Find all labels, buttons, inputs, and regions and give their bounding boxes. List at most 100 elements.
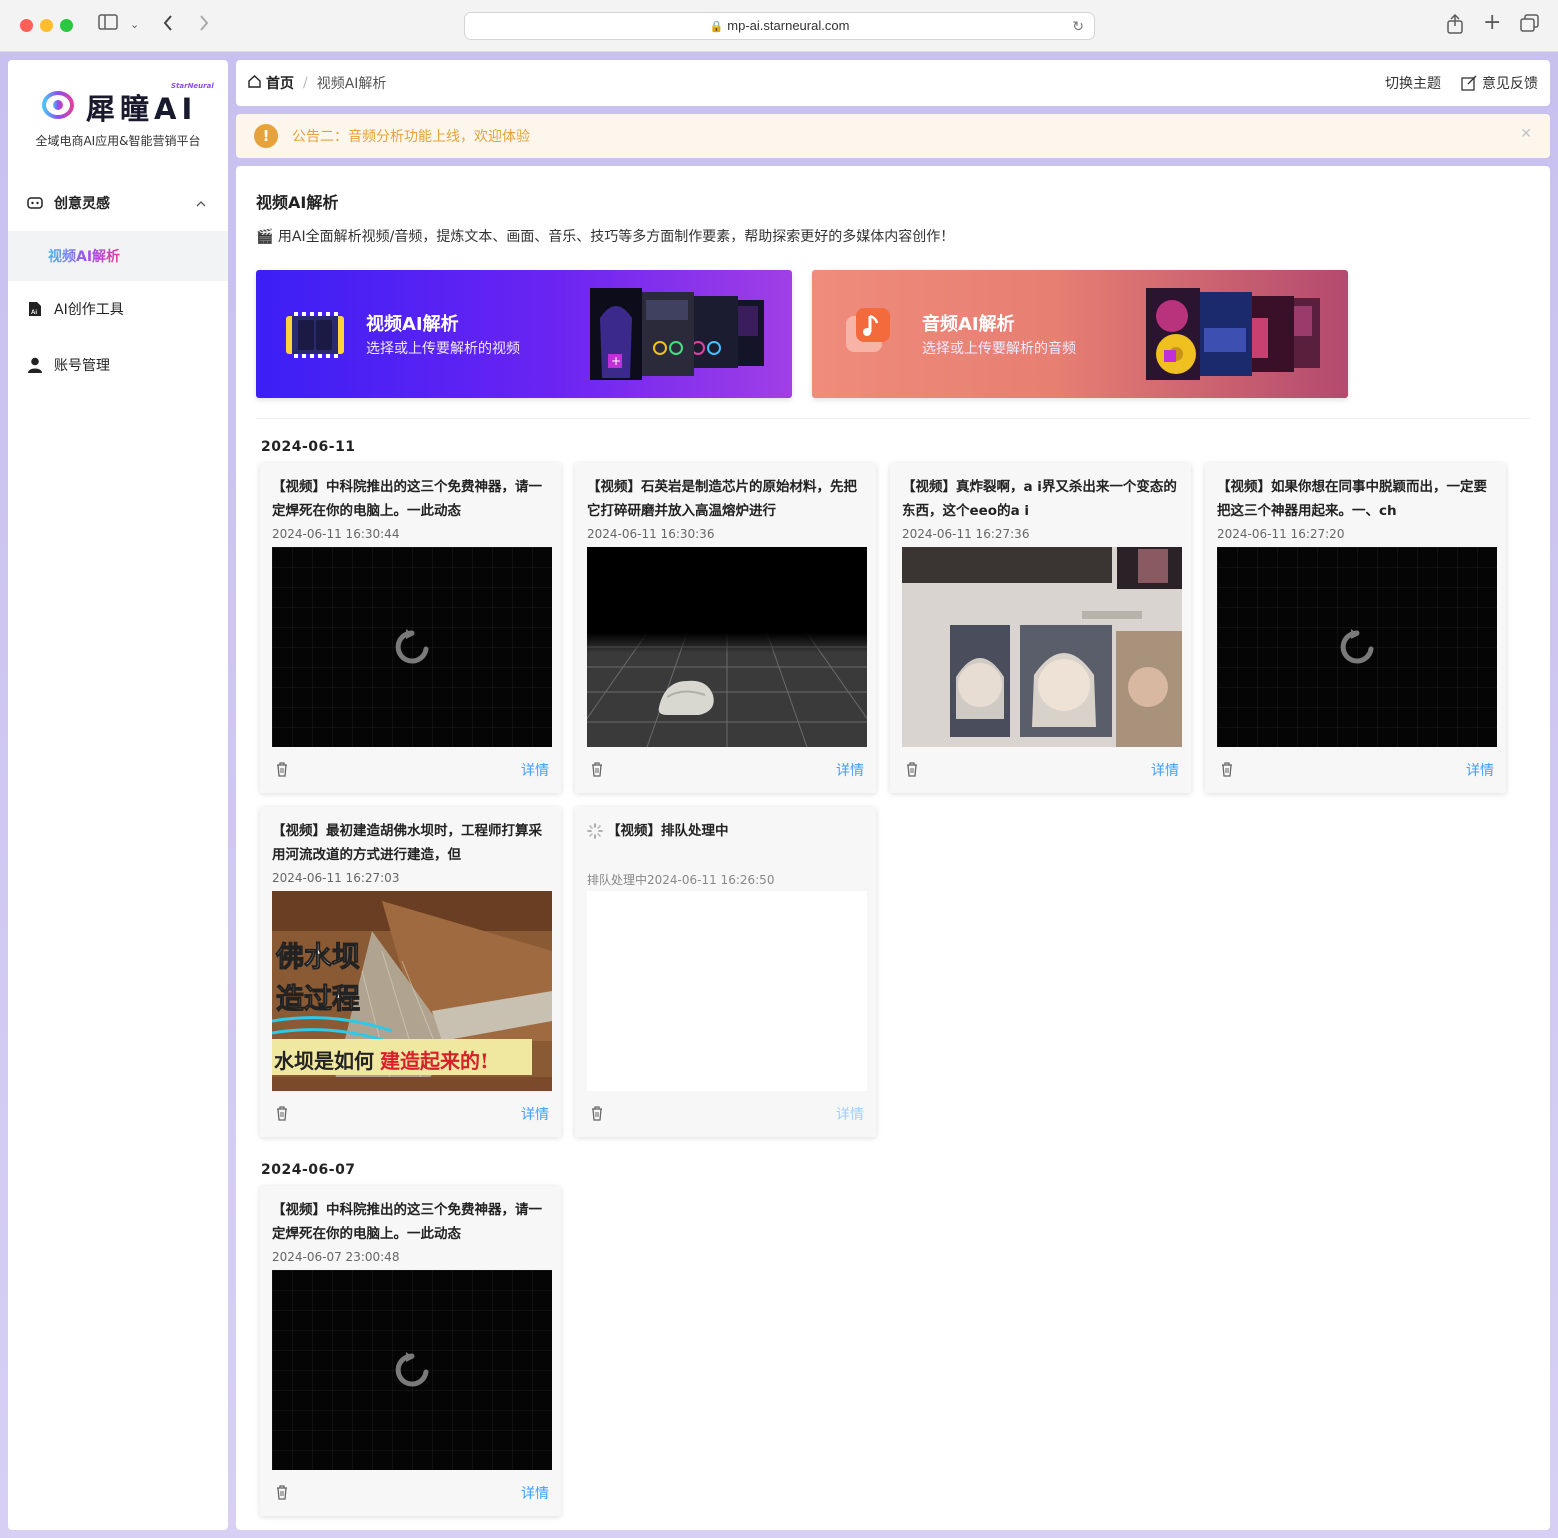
robot-icon xyxy=(26,194,44,212)
card-thumbnail[interactable] xyxy=(902,547,1182,747)
header-actions: 切换主题 意见反馈 xyxy=(1365,60,1538,106)
maximize-window-button[interactable] xyxy=(60,19,73,32)
close-icon[interactable]: ✕ xyxy=(1520,126,1532,142)
sidebar-item-account[interactable]: 账号管理 xyxy=(8,340,228,390)
audio-analysis-banner[interactable]: 音频AI解析 选择或上传要解析的音频 xyxy=(812,270,1348,398)
card-title: 【视频】中科院推出的这三个免费神器，请一定焊死在你的电脑上。一此动态 xyxy=(272,1202,542,1242)
sidebar-item-label: 创意灵感 xyxy=(54,196,110,212)
main-panel: 视频AI解析 🎬 用AI全面解析视频/音频，提炼文本、画面、音乐、技巧等多方面制… xyxy=(236,166,1550,1530)
audio-banner-title: 音频AI解析 xyxy=(922,314,1015,335)
chevron-down-icon[interactable]: ⌄ xyxy=(130,14,139,36)
card-thumbnail[interactable] xyxy=(272,547,552,747)
back-icon[interactable] xyxy=(162,14,174,38)
delete-icon[interactable] xyxy=(590,1105,604,1121)
thumb-caption-2: 造过程 xyxy=(275,982,361,1016)
page-description: 🎬 用AI全面解析视频/音频，提炼文本、画面、音乐、技巧等多方面制作要素，帮助探… xyxy=(256,226,954,246)
home-icon[interactable] xyxy=(248,74,261,92)
sidebar-item-inspiration[interactable]: 创意灵感 xyxy=(8,178,228,228)
thumb-caption-1: 佛水坝 xyxy=(275,940,361,974)
detail-link[interactable]: 详情 xyxy=(836,760,864,780)
brand-logo[interactable]: 犀瞳AI StarNeural xyxy=(30,82,220,132)
user-icon xyxy=(26,356,44,374)
breadcrumb-separator: / xyxy=(303,75,308,91)
detail-link[interactable]: 详情 xyxy=(1466,760,1494,780)
video-card[interactable]: 【视频】最初建造胡佛水坝时，工程师打算采用河流改道的方式进行建造，但 2024-… xyxy=(260,807,561,1137)
description-text: 用AI全面解析视频/音频，提炼文本、画面、音乐、技巧等多方面制作要素，帮助探索更… xyxy=(277,229,955,245)
screens-thumbnail-image xyxy=(902,547,1182,747)
card-title-text: 【视频】排队处理中 xyxy=(607,823,729,839)
sidebar-item-label: AI创作工具 xyxy=(54,302,124,318)
tabs-overview-icon[interactable] xyxy=(1520,14,1540,38)
minimize-window-button[interactable] xyxy=(40,19,53,32)
detail-link-disabled: 详情 xyxy=(836,1107,864,1123)
video-card[interactable]: 【视频】石英岩是制造芯片的原始材料，先把它打碎研磨并放入高温熔炉进行 2024-… xyxy=(575,463,876,793)
sidebar-item-video-ai[interactable]: 视频AI解析 xyxy=(8,231,228,281)
switch-theme-button[interactable]: 切换主题 xyxy=(1385,73,1441,93)
card-timestamp: 2024-06-11 16:27:36 xyxy=(902,527,1030,541)
card-thumbnail-placeholder xyxy=(587,891,867,1091)
brand-tagline: 全域电商AI应用&智能营销平台 xyxy=(35,134,201,148)
delete-icon[interactable] xyxy=(275,1105,289,1121)
delete-icon[interactable] xyxy=(275,761,289,777)
delete-icon[interactable] xyxy=(275,1484,289,1500)
video-banner-title: 视频AI解析 xyxy=(366,314,459,335)
feedback-button[interactable]: 意见反馈 xyxy=(1461,73,1538,93)
sidebar: 犀瞳AI StarNeural 全域电商AI应用&智能营销平台 创意灵感 视频A… xyxy=(8,60,228,1530)
brand-super: StarNeural xyxy=(171,82,214,90)
sidebar-item-label: 账号管理 xyxy=(54,358,110,374)
clapper-icon: 🎬 xyxy=(256,229,274,245)
detail-link[interactable]: 详情 xyxy=(1151,760,1179,780)
loading-icon xyxy=(395,629,429,664)
card-title: 【视频】排队处理中 xyxy=(587,819,865,867)
rock-thumbnail-image xyxy=(587,547,867,747)
video-card[interactable]: 【视频】中科院推出的这三个免费神器，请一定焊死在你的电脑上。一此动态 2024-… xyxy=(260,463,561,793)
forward-icon[interactable] xyxy=(198,14,210,38)
reload-icon[interactable]: ↻ xyxy=(1072,13,1084,39)
announcement-text: 公告二：音频分析功能上线，欢迎体验 xyxy=(292,129,530,145)
top-bar: 首页 / 视频AI解析 切换主题 意见反馈 xyxy=(236,60,1550,106)
video-banner-subtitle: 选择或上传要解析的视频 xyxy=(366,341,520,357)
card-thumbnail[interactable] xyxy=(1217,547,1497,747)
ai-file-icon: Ai xyxy=(26,300,44,318)
delete-icon[interactable] xyxy=(905,761,919,777)
address-bar[interactable]: 🔒 mp-ai.starneural.com ↻ xyxy=(464,12,1095,40)
browser-toolbar: ⌄ 🔒 mp-ai.starneural.com ↻ + xyxy=(0,0,1558,52)
card-timestamp: 2024-06-11 16:27:03 xyxy=(272,871,400,885)
video-card[interactable]: 【视频】中科院推出的这三个免费神器，请一定焊死在你的电脑上。一此动态 2024-… xyxy=(260,1186,561,1516)
card-title: 【视频】中科院推出的这三个免费神器，请一定焊死在你的电脑上。一此动态 xyxy=(272,479,542,519)
breadcrumb: 首页 / 视频AI解析 xyxy=(248,60,386,106)
video-analysis-banner[interactable]: 视频AI解析 选择或上传要解析的视频 + xyxy=(256,270,792,398)
card-timestamp: 2024-06-11 16:27:20 xyxy=(1217,527,1345,541)
card-thumbnail[interactable]: 佛水坝 造过程 水坝是如何 建造起来的! xyxy=(272,891,552,1091)
url-text: mp-ai.starneural.com xyxy=(727,18,850,33)
edit-icon xyxy=(1461,75,1477,91)
close-window-button[interactable] xyxy=(20,19,33,32)
thumb-caption-3a: 水坝是如何 xyxy=(274,1049,374,1073)
video-card-pending[interactable]: 【视频】排队处理中 排队处理中2024-06-11 16:26:50 详情 xyxy=(575,807,876,1137)
thumb-caption-3b: 建造起来的! xyxy=(380,1049,489,1073)
detail-link[interactable]: 详情 xyxy=(521,760,549,780)
share-icon[interactable] xyxy=(1446,13,1464,40)
sidebar-item-ai-tools[interactable]: Ai AI创作工具 xyxy=(8,284,228,334)
card-title: 【视频】如果你想在同事中脱颖而出，一定要把这三个神器用起来。一、ch xyxy=(1217,479,1487,519)
card-thumbnail[interactable] xyxy=(272,1270,552,1470)
card-thumbnail[interactable] xyxy=(587,547,867,747)
chevron-up-icon xyxy=(196,197,206,210)
page-title: 视频AI解析 xyxy=(256,193,339,212)
music-note-icon xyxy=(846,308,890,352)
feedback-label: 意见反馈 xyxy=(1482,76,1538,92)
sidebar-toggle-icon[interactable] xyxy=(98,14,118,36)
date-group-label: 2024-06-11 xyxy=(261,439,356,455)
audio-banner-subtitle: 选择或上传要解析的音频 xyxy=(922,341,1076,357)
card-timestamp: 排队处理中2024-06-11 16:26:50 xyxy=(587,873,775,887)
new-tab-icon[interactable]: + xyxy=(1483,12,1501,34)
delete-icon[interactable] xyxy=(590,761,604,777)
breadcrumb-home[interactable]: 首页 xyxy=(266,73,294,93)
card-title: 【视频】石英岩是制造芯片的原始材料，先把它打碎研磨并放入高温熔炉进行 xyxy=(587,479,857,519)
detail-link[interactable]: 详情 xyxy=(521,1483,549,1503)
video-card[interactable]: 【视频】真炸裂啊，a i界又杀出来一个变态的东西，这个eeo的a i 2024-… xyxy=(890,463,1191,793)
detail-link[interactable]: 详情 xyxy=(521,1104,549,1124)
video-card[interactable]: 【视频】如果你想在同事中脱颖而出，一定要把这三个神器用起来。一、ch 2024-… xyxy=(1205,463,1506,793)
delete-icon[interactable] xyxy=(1220,761,1234,777)
loading-icon xyxy=(395,1352,429,1387)
